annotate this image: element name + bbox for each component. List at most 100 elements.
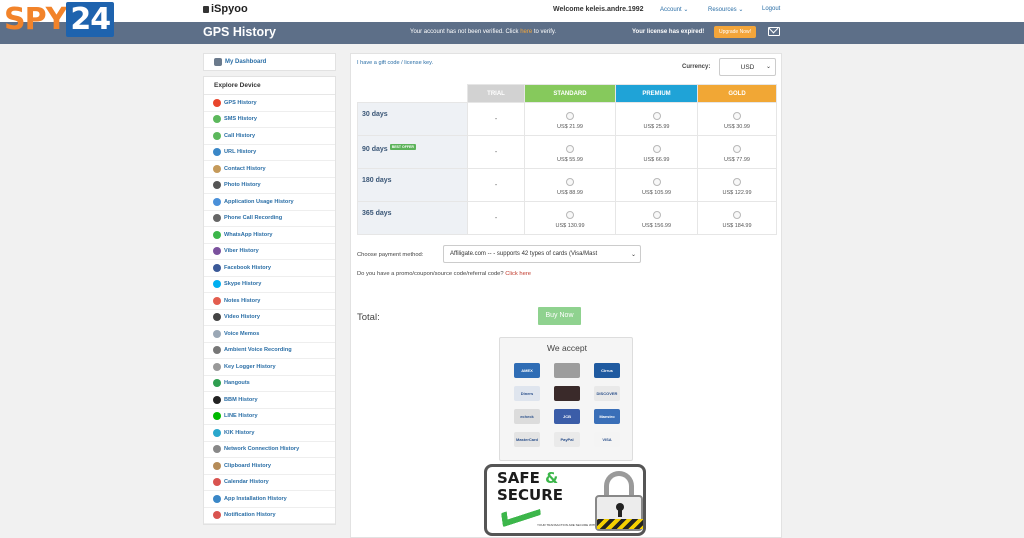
phone-icon: [213, 131, 221, 140]
verify-link[interactable]: here: [520, 29, 532, 35]
logout-link[interactable]: Logout: [762, 6, 780, 12]
sidebar-item-kik-history[interactable]: KIK History: [204, 425, 335, 442]
sidebar-item-call-history[interactable]: Call History: [204, 128, 335, 145]
sidebar-item-video-history[interactable]: Video History: [204, 310, 335, 326]
sidebar-item-viber-history[interactable]: Viber History: [204, 244, 335, 260]
sidebar-item-facebook-history[interactable]: Facebook History: [204, 260, 335, 277]
we-accept-box: We accept AMEX Cirrus Diners DISCOVER echeck…: [499, 337, 633, 461]
page-title: GPS History: [203, 25, 276, 39]
explore-device-title: Explore Device: [204, 77, 335, 95]
sidebar-item-label: Phone Call Recording: [224, 215, 283, 222]
spy24-watermark: SPY 24: [4, 2, 115, 37]
currency-select[interactable]: USD ⌄: [719, 58, 776, 76]
card-cell: Cirrus: [587, 363, 627, 378]
chevron-down-icon: ⌄: [628, 251, 636, 258]
plan-radio[interactable]: [566, 145, 574, 153]
welcome-text: Welcome keleis.andre.1992: [553, 6, 644, 13]
plan-radio[interactable]: [652, 178, 661, 186]
sidebar-item-sms-history[interactable]: SMS History: [204, 112, 335, 128]
plan-radio[interactable]: [652, 211, 661, 219]
plan-header-premium: PREMIUM: [615, 84, 698, 103]
plan-radio[interactable]: [733, 145, 741, 153]
sidebar-item-hangouts[interactable]: Hangouts: [204, 376, 335, 392]
card-cell: VISA: [587, 432, 627, 447]
sidebar-item-label: Facebook History: [224, 264, 271, 271]
plan-radio[interactable]: [566, 211, 574, 219]
sidebar-item-phone-call-recording[interactable]: Phone Call Recording: [204, 211, 335, 227]
price-text: US$ 156.99: [641, 223, 672, 229]
sidebar-item-contact-history[interactable]: Contact History: [204, 161, 335, 178]
sms-icon: [213, 115, 221, 124]
jcb-card-icon: JCB: [554, 409, 580, 424]
payment-cards-grid: AMEX Cirrus Diners DISCOVER echeck JCB Maestro…: [507, 363, 627, 447]
sidebar-item-label: Notification History: [224, 512, 276, 519]
sidebar-item-calendar-history[interactable]: Calendar History: [204, 475, 335, 491]
price-cell-standard: US$ 88.99: [524, 168, 616, 202]
explore-device-list: GPS History SMS History Call History URL Hi…: [204, 95, 335, 524]
sidebar-item-notes-history[interactable]: Notes History: [204, 293, 335, 310]
price-cell-premium: US$ 66.99: [615, 135, 698, 169]
echeck-card-icon: echeck: [514, 409, 540, 424]
currency-label: Currency:: [682, 64, 711, 70]
price-text: US$ 30.99: [724, 124, 750, 130]
sidebar: My Dashboard Explore Device GPS History S…: [203, 53, 336, 525]
pricing-row: 90 days BEST OFFER - US$ 55.99 US$ 66.99 US$ …: [357, 135, 777, 169]
keyboard-icon: [213, 362, 221, 371]
sidebar-item-label: Hangouts: [224, 380, 250, 387]
padlock-icon: [595, 471, 643, 531]
ssl-fine-print: YOUR TRANSACTION ARE SECURE WITH SSL: [537, 523, 604, 527]
sidebar-item-whatsapp-history[interactable]: WhatsApp History: [204, 227, 335, 244]
plan-radio[interactable]: [733, 178, 741, 186]
sidebar-item-key-logger-history[interactable]: Key Logger History: [204, 359, 335, 376]
payment-method-label: Choose payment method:: [357, 252, 424, 258]
plan-radio[interactable]: [566, 112, 574, 120]
promo-click-here-link[interactable]: Click here: [505, 271, 531, 277]
sidebar-item-app-installation-history[interactable]: App Installation History: [204, 491, 335, 508]
sidebar-item-gps-history[interactable]: GPS History: [204, 95, 335, 112]
price-text: US$ 55.99: [557, 157, 583, 163]
ispyoo-logo[interactable]: iSpyoo: [203, 3, 248, 15]
sidebar-item-label: Ambient Voice Recording: [224, 347, 292, 354]
sidebar-item-dashboard[interactable]: My Dashboard: [203, 53, 336, 71]
trial-cell: -: [467, 102, 525, 136]
sidebar-item-voice-memos[interactable]: Voice Memos: [204, 326, 335, 343]
plan-radio[interactable]: [652, 112, 661, 120]
sidebar-item-ambient-voice-recording[interactable]: Ambient Voice Recording: [204, 343, 335, 359]
card-cell: [547, 386, 587, 401]
upgrade-now-button[interactable]: Upgrade Now!: [714, 26, 756, 38]
sidebar-item-application-usage-history[interactable]: Application Usage History: [204, 194, 335, 211]
skype-icon: [213, 280, 221, 289]
resources-menu[interactable]: Resources ⌄: [708, 6, 743, 13]
amex-card-icon: AMEX: [514, 363, 540, 378]
plan-header-standard: STANDARD: [524, 84, 616, 103]
price-cell-gold: US$ 122.99: [697, 168, 777, 202]
sidebar-item-line-history[interactable]: LINE History: [204, 409, 335, 425]
sidebar-item-label: GPS History: [224, 99, 257, 106]
sidebar-item-url-history[interactable]: URL History: [204, 145, 335, 161]
buy-now-button[interactable]: Buy Now: [538, 307, 581, 325]
mastercard-card-icon: MasterCard: [514, 432, 540, 447]
sidebar-item-clipboard-history[interactable]: Clipboard History: [204, 458, 335, 475]
plan-radio[interactable]: [652, 145, 661, 153]
price-text: US$ 130.99: [555, 223, 585, 229]
sidebar-item-skype-history[interactable]: Skype History: [204, 277, 335, 293]
mail-icon[interactable]: [768, 27, 780, 36]
period-label: 30 days: [357, 102, 468, 136]
paypal-card-icon: PayPal: [554, 432, 580, 447]
sidebar-item-label: SMS History: [224, 116, 257, 123]
sidebar-item-photo-history[interactable]: Photo History: [204, 178, 335, 194]
notes-icon: [213, 296, 221, 305]
payment-method-select[interactable]: Affiligate.com -- - supports 42 types of…: [443, 245, 641, 263]
pricing-row: 30 days - US$ 21.99 US$ 25.99 US$ 30.99: [357, 102, 777, 136]
gift-code-link[interactable]: I have a gift code / license key.: [357, 60, 433, 66]
sidebar-item-bbm-history[interactable]: BBM History: [204, 392, 335, 409]
globe-icon: [213, 148, 221, 157]
account-menu[interactable]: Account ⌄: [660, 6, 688, 13]
sidebar-item-network-connection-history[interactable]: Network Connection History: [204, 442, 335, 458]
sidebar-item-notification-history[interactable]: Notification History: [204, 508, 335, 524]
card-cell: DISCOVER: [587, 386, 627, 401]
plan-radio[interactable]: [733, 112, 741, 120]
plan-radio[interactable]: [566, 178, 574, 186]
plan-radio[interactable]: [733, 211, 741, 219]
monitor-icon: [214, 58, 222, 66]
